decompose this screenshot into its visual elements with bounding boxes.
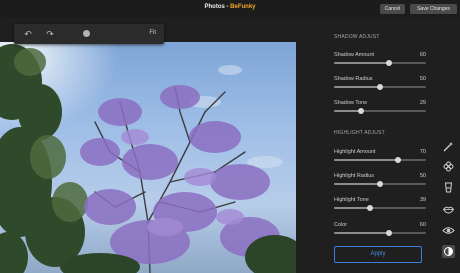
photo-toolbar: ↶ ↷ Fit xyxy=(14,24,164,44)
fit-button[interactable]: Fit xyxy=(149,30,156,36)
slider-fill xyxy=(334,62,390,64)
slider-fill xyxy=(334,110,361,112)
brand-name: BeFunky xyxy=(230,4,256,10)
adjust-panel: SHADOW ADJUST Shadow Amount 60 Shadow Ra… xyxy=(325,18,433,273)
slider-label: Highlight Amount xyxy=(334,149,376,155)
slider-label: Highlight Radius xyxy=(334,173,375,179)
slider-value: 60 xyxy=(419,52,426,58)
slider-fill xyxy=(334,232,390,234)
slider-thumb[interactable] xyxy=(377,84,383,90)
magic-wand-icon[interactable] xyxy=(442,140,455,153)
slider-thumb[interactable] xyxy=(386,60,393,66)
slider-label: Shadow Tone xyxy=(334,100,368,106)
slider-thumb[interactable] xyxy=(357,108,364,114)
shadow-amount-slider[interactable]: Shadow Amount 60 xyxy=(334,52,426,68)
slider-thumb[interactable] xyxy=(377,181,383,187)
highlight-tone-slider[interactable]: Highlight Tone 39 xyxy=(334,197,426,213)
slider-thumb[interactable] xyxy=(395,157,402,163)
shadow-tone-slider[interactable]: Shadow Tone 29 xyxy=(334,100,426,116)
slider-fill xyxy=(334,207,370,209)
top-bar: Photos - BeFunky Cancel Save Changes xyxy=(0,0,460,18)
flower-icon[interactable] xyxy=(442,160,455,173)
photo-image xyxy=(0,42,296,273)
zoom-indicator-dot[interactable] xyxy=(83,30,90,37)
slider-value: 70 xyxy=(419,149,426,155)
save-changes-button[interactable]: Save Changes xyxy=(410,4,457,14)
slider-track[interactable] xyxy=(334,60,426,66)
slider-fill xyxy=(334,86,380,88)
slider-track[interactable] xyxy=(334,230,426,236)
glass-icon[interactable] xyxy=(442,181,455,194)
highlight-adjust-title: HIGHLIGHT ADJUST xyxy=(334,130,385,136)
slider-track[interactable] xyxy=(334,108,426,114)
slider-value: 60 xyxy=(419,222,426,228)
slider-label: Shadow Radius xyxy=(334,76,373,82)
redo-icon[interactable]: ↷ xyxy=(44,28,56,40)
slider-track[interactable] xyxy=(334,84,426,90)
slider-value: 50 xyxy=(419,76,426,82)
apply-button[interactable]: Apply xyxy=(334,246,422,263)
cancel-button[interactable]: Cancel xyxy=(380,4,405,14)
slider-fill xyxy=(334,159,399,161)
slider-track[interactable] xyxy=(334,181,426,187)
slider-thumb[interactable] xyxy=(386,230,393,236)
app-title-text: Photos xyxy=(204,4,225,10)
lips-icon[interactable] xyxy=(442,203,455,216)
slider-value: 50 xyxy=(419,173,426,179)
photo-canvas[interactable] xyxy=(0,42,296,273)
slider-label: Shadow Amount xyxy=(334,52,375,58)
slider-thumb[interactable] xyxy=(366,205,373,211)
slider-value: 39 xyxy=(419,197,426,203)
slider-label: Color xyxy=(334,222,348,228)
slider-label: Highlight Tone xyxy=(334,197,369,203)
highlight-radius-slider[interactable]: Highlight Radius 50 xyxy=(334,173,426,189)
slider-track[interactable] xyxy=(334,205,426,211)
shadow-radius-slider[interactable]: Shadow Radius 50 xyxy=(334,76,426,92)
slider-value: 29 xyxy=(419,100,426,106)
undo-icon[interactable]: ↶ xyxy=(22,28,34,40)
eye-icon[interactable] xyxy=(442,224,455,237)
tool-rail xyxy=(437,136,460,273)
contrast-icon[interactable] xyxy=(442,245,455,258)
color-slider[interactable]: Color 60 xyxy=(334,222,426,238)
slider-fill xyxy=(334,183,380,185)
slider-track[interactable] xyxy=(334,157,426,163)
highlight-amount-slider[interactable]: Highlight Amount 70 xyxy=(334,149,426,165)
shadow-adjust-title: SHADOW ADJUST xyxy=(334,34,380,40)
